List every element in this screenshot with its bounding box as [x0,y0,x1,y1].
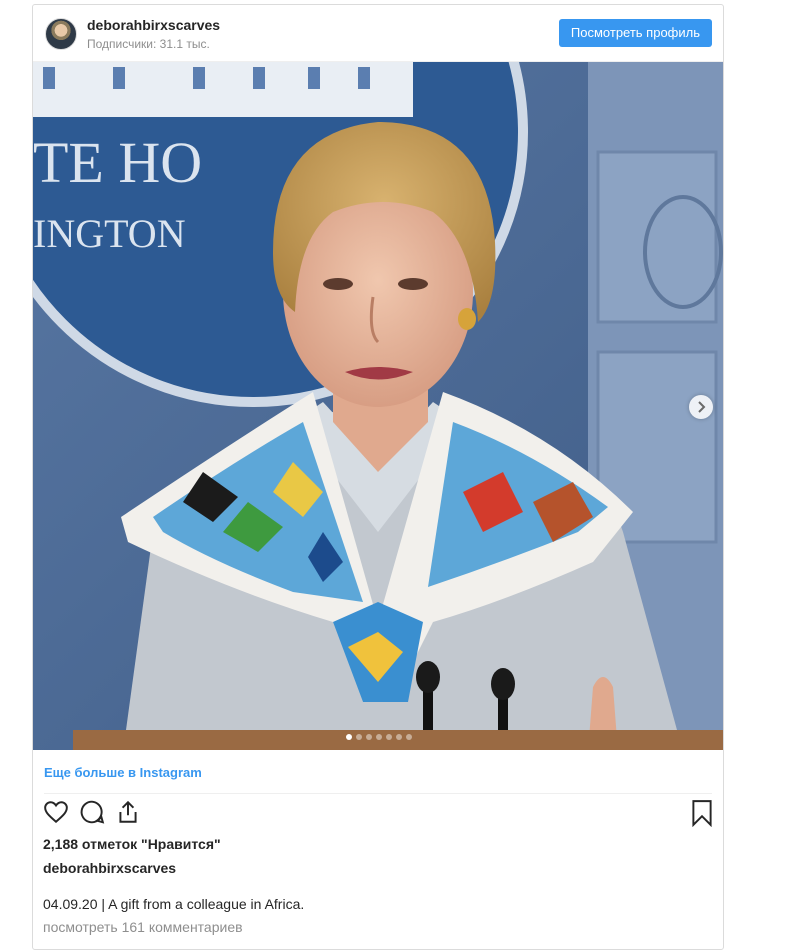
carousel-dot [406,734,412,740]
share-icon[interactable] [115,799,141,825]
post-header: deborahbirxscarves Подписчики: 31.1 тыс.… [33,5,723,62]
view-profile-button[interactable]: Посмотреть профиль [558,19,712,47]
carousel-dot [346,734,352,740]
caption-username[interactable]: deborahbirxscarves [43,860,176,876]
followers-count: Подписчики: 31.1 тыс. [87,37,210,51]
backdrop-text-1: TE HO [33,130,202,195]
carousel-indicator [346,734,412,740]
carousel-dot [376,734,382,740]
next-slide-button[interactable] [689,395,713,419]
post-image[interactable]: TE HO INGTON [33,62,723,750]
comment-icon[interactable] [79,799,105,825]
more-on-instagram-link[interactable]: Еще больше в Instagram [44,765,202,780]
post-photo: TE HO INGTON [33,62,723,750]
heart-icon[interactable] [43,799,69,825]
instagram-embed-card: deborahbirxscarves Подписчики: 31.1 тыс.… [32,4,724,950]
action-bar [33,799,723,839]
view-comments-link[interactable]: посмотреть 161 комментариев [43,919,243,935]
carousel-dot [356,734,362,740]
carousel-dot [366,734,372,740]
chevron-right-icon [698,401,706,413]
backdrop-text-2: INGTON [33,211,186,256]
avatar[interactable] [45,18,77,50]
carousel-dot [386,734,392,740]
post-caption: 04.09.20 | A gift from a colleague in Af… [43,896,305,912]
likes-count[interactable]: 2,188 отметок "Нравится" [43,836,221,852]
username[interactable]: deborahbirxscarves [87,17,220,33]
carousel-dot [396,734,402,740]
bookmark-icon[interactable] [691,799,713,827]
divider [44,793,712,794]
